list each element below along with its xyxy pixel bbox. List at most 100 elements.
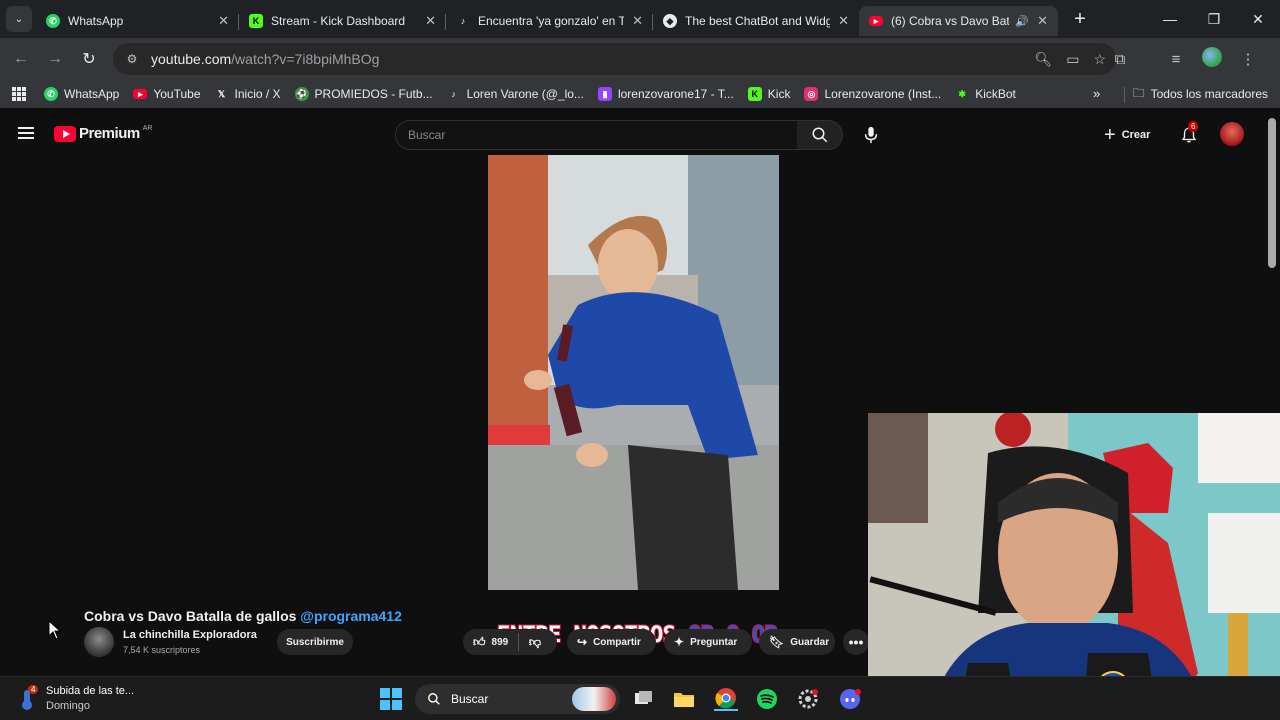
more-bookmarks-icon[interactable]: » (1093, 86, 1100, 101)
close-icon[interactable]: ✕ (838, 13, 849, 29)
speaker-icon[interactable]: 🔊 (1015, 15, 1029, 28)
profile-avatar[interactable] (1196, 47, 1228, 71)
account-avatar[interactable] (1220, 122, 1244, 146)
close-icon[interactable]: ✕ (218, 13, 229, 29)
bookmark-separator (1124, 87, 1125, 103)
address-bar[interactable]: ⚙ youtube.com/watch?v=7i8bpiMhBOg 🔍︎ ▭ ☆ (113, 43, 1116, 75)
file-explorer-icon[interactable] (672, 687, 696, 711)
video-title: Cobra vs Davo Batalla de gallos @program… (84, 608, 402, 624)
all-bookmarks-folder[interactable]: 🗀 Todos los marcadores (1133, 80, 1268, 108)
tiktok-icon: ♪ (451, 89, 456, 99)
extensions-icon[interactable]: ⧉ (1104, 51, 1136, 68)
bookmark-instagram[interactable]: ◎ Lorenzovarone (Inst... (804, 87, 941, 101)
browser-tab-strip: ⌄ ✆ WhatsApp ✕ K Stream - Kick Dashboard… (0, 0, 1280, 38)
video-frame-image (488, 155, 779, 590)
reload-icon[interactable]: ↻ (72, 49, 106, 69)
search-placeholder: Buscar (408, 128, 446, 142)
back-icon[interactable]: ← (4, 50, 38, 68)
share-button[interactable]: ↪ Compartir (567, 629, 656, 655)
tab-kick-dashboard[interactable]: K Stream - Kick Dashboard ✕ (239, 6, 446, 36)
new-tab-button[interactable]: + (1068, 8, 1092, 31)
tab-title: The best ChatBot and Widge (685, 14, 831, 28)
tab-youtube-active[interactable]: ▸ (6) Cobra vs Davo Batall 🔊 ✕ (859, 6, 1058, 36)
zoom-icon[interactable]: 🔍︎ (1034, 51, 1052, 68)
tab-title: (6) Cobra vs Davo Batall (891, 14, 1010, 28)
tab-title: Stream - Kick Dashboard (271, 14, 406, 28)
bookmark-icon: 🔖︎ (769, 635, 785, 649)
botrix-icon: ◆ (663, 14, 677, 28)
youtube-icon: ▸ (133, 89, 148, 99)
guide-menu-icon[interactable] (18, 127, 34, 139)
mention-link[interactable]: @programa412 (300, 608, 402, 624)
chrome-icon[interactable] (714, 687, 738, 711)
search-button[interactable] (797, 120, 843, 150)
url-host: youtube.com (151, 51, 232, 67)
more-dots-icon: ••• (848, 634, 864, 650)
browser-toolbar: ← → ↻ ⚙ youtube.com/watch?v=7i8bpiMhBOg … (0, 38, 1280, 80)
bookmark-x[interactable]: 𝕏 Inicio / X (215, 87, 281, 101)
widgets-weather[interactable]: 4 Subida de las te... Domingo (18, 684, 134, 714)
notifications-button[interactable]: 6 (1178, 121, 1200, 146)
minimize-icon[interactable]: — (1148, 0, 1192, 38)
channel-subscribers: 7,54 K suscriptores (123, 645, 201, 655)
webcam-image (868, 413, 1280, 720)
bookmark-twitch[interactable]: ▮ lorenzovarone17 - T... (597, 87, 734, 101)
bookmark-whatsapp[interactable]: ✆ WhatsApp (44, 87, 119, 101)
search-highlight-image (572, 687, 616, 711)
youtube-premium-logo[interactable]: Premium AR (54, 125, 152, 142)
screen: ⌄ ✆ WhatsApp ✕ K Stream - Kick Dashboard… (0, 0, 1280, 720)
like-count[interactable]: 899 (492, 637, 509, 648)
thumbs-down-icon[interactable]: 👎︎ (529, 635, 541, 650)
task-view-icon[interactable] (632, 687, 656, 711)
thumbs-up-icon[interactable]: 👍︎ (473, 635, 486, 650)
more-actions-button[interactable]: ••• (843, 629, 869, 655)
instagram-icon: ◎ (804, 87, 819, 101)
taskbar-search[interactable]: Buscar (415, 684, 620, 714)
close-icon[interactable]: ✕ (632, 13, 643, 29)
save-button[interactable]: 🔖︎ Guardar (759, 629, 835, 655)
close-icon[interactable]: ✕ (425, 13, 436, 29)
bookmark-youtube[interactable]: ▸ YouTube (133, 87, 201, 101)
bookmarks-bar: ✆ WhatsApp ▸ YouTube 𝕏 Inicio / X ⚽ PROMIEDO… (0, 80, 1280, 108)
spotify-icon[interactable] (755, 687, 779, 711)
tab-whatsapp[interactable]: ✆ WhatsApp ✕ (36, 6, 239, 36)
kickbot-icon: ✱ (958, 88, 966, 99)
menu-dots-icon[interactable]: ⋮ (1232, 50, 1264, 68)
like-dislike-group: 👍︎ 899 👎︎ (463, 629, 557, 655)
media-controls-icon[interactable]: ≡ (1160, 51, 1192, 68)
bookmark-kickbot[interactable]: ✱ KickBot (955, 87, 1015, 101)
channel-avatar[interactable] (84, 627, 114, 657)
subscribe-button[interactable]: Suscribirme (277, 629, 353, 655)
cast-icon[interactable]: ▭ (1066, 51, 1079, 68)
site-settings-icon[interactable]: ⚙ (119, 52, 145, 66)
forward-icon[interactable]: → (38, 50, 72, 68)
save-label: Guardar (790, 636, 830, 648)
apps-grid-icon[interactable] (12, 87, 26, 101)
bookmark-tiktok[interactable]: ♪ Loren Varone (@_lo... (447, 87, 584, 101)
start-button[interactable] (380, 688, 402, 710)
video-player[interactable] (488, 155, 779, 590)
tab-search-button[interactable]: ⌄ (6, 6, 32, 32)
search-icon (812, 127, 827, 143)
close-window-icon[interactable]: ✕ (1236, 0, 1280, 38)
page-scrollbar[interactable] (1268, 118, 1276, 268)
chrome-graphic (715, 688, 736, 709)
bookmark-label: Lorenzovarone (Inst... (824, 87, 942, 101)
ask-button[interactable]: ✦ Preguntar (664, 629, 752, 655)
x-icon: 𝕏 (217, 88, 226, 99)
whatsapp-icon: ✆ (46, 14, 60, 28)
discord-icon[interactable] (838, 687, 862, 711)
search-input[interactable]: Buscar (395, 120, 798, 150)
bookmark-promiedos[interactable]: ⚽ PROMIEDOS - Futb... (294, 87, 433, 101)
tab-botrix[interactable]: ◆ The best ChatBot and Widge ✕ (653, 6, 859, 36)
channel-name[interactable]: La chinchilla Exploradora (123, 629, 257, 641)
restore-icon[interactable]: ❐ (1192, 0, 1236, 38)
tab-tiktok[interactable]: ♪ Encuentra 'ya gonzalo' en Ti ✕ (446, 6, 653, 36)
settings-app-icon[interactable] (796, 687, 820, 711)
kick-icon: K (747, 87, 762, 101)
voice-search-button[interactable] (860, 124, 882, 146)
twitch-icon: ▮ (597, 87, 612, 101)
close-icon[interactable]: ✕ (1037, 13, 1048, 29)
bookmark-kick[interactable]: K Kick (747, 87, 790, 101)
create-button[interactable]: + Crear (1104, 122, 1150, 148)
